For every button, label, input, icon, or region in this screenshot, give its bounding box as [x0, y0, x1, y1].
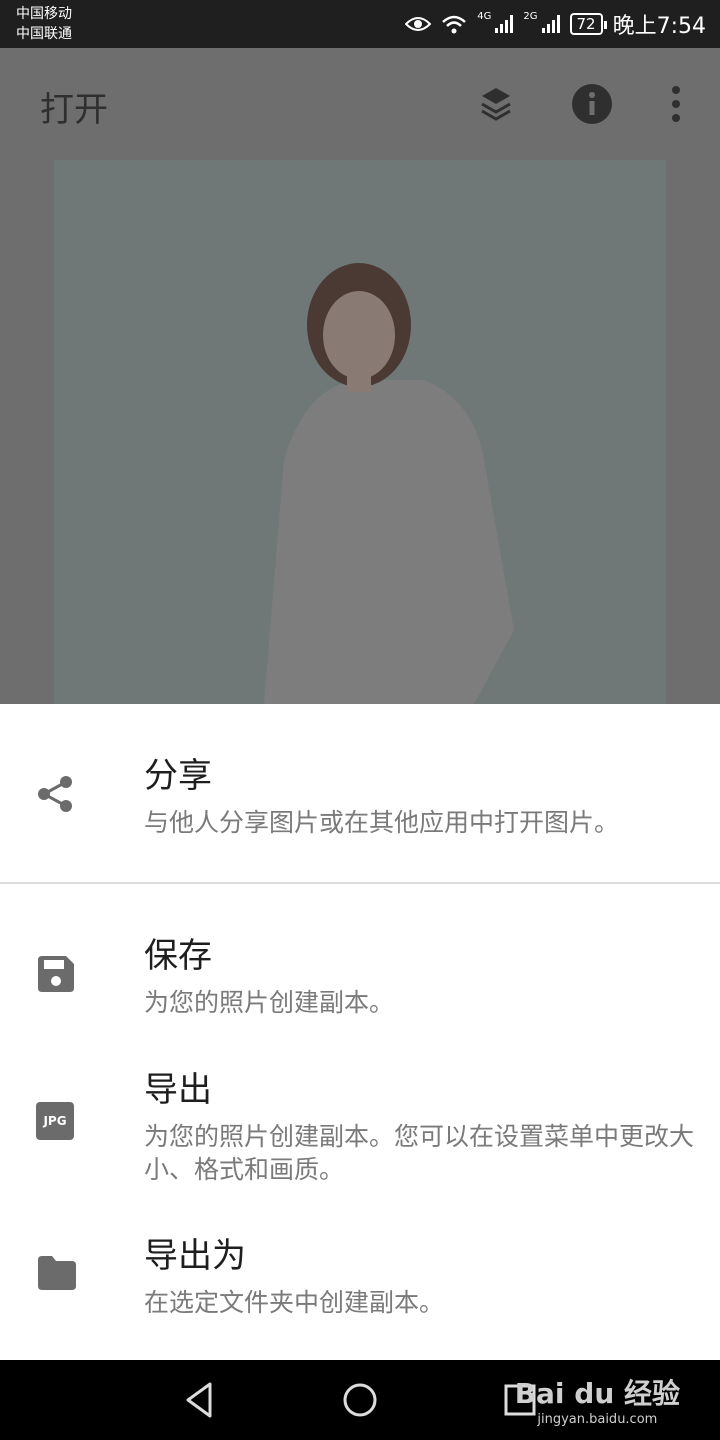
- export-as-subtitle: 在选定文件夹中创建副本。: [144, 1288, 445, 1317]
- signal-icon-1: [495, 15, 514, 33]
- layers-swap-icon[interactable]: [474, 82, 518, 126]
- eye-icon: [405, 17, 432, 31]
- share-title: 分享: [144, 756, 212, 796]
- info-icon[interactable]: [570, 82, 614, 126]
- export-subtitle: 为您的照片创建副本。您可以在设置菜单中更改大小、格式和画质。: [144, 1122, 695, 1184]
- folder-icon: [38, 1256, 76, 1290]
- export-as-title: 导出为: [144, 1236, 246, 1276]
- signal-icon-2: [541, 15, 560, 33]
- back-icon[interactable]: [180, 1380, 220, 1420]
- carrier-1: 中国移动: [16, 6, 72, 22]
- photo-preview: [54, 160, 666, 704]
- watermark: Bai du 经验 jingyan.baidu.com: [515, 1372, 680, 1427]
- home-icon[interactable]: [340, 1380, 380, 1420]
- share-icon: [38, 776, 72, 812]
- battery-icon: 72: [569, 13, 607, 35]
- bottom-sheet: 分享 与他人分享图片或在其他应用中打开图片。 保存 为您的照片创建副本。 JPG…: [0, 704, 720, 1360]
- network-type-2: 2G: [523, 10, 538, 22]
- carrier-info: 中国移动 中国联通: [16, 4, 72, 44]
- export-as-option[interactable]: 导出为 在选定文件夹中创建副本。: [0, 1214, 720, 1360]
- clock: 晚上7:54: [612, 14, 706, 39]
- share-subtitle: 与他人分享图片或在其他应用中打开图片。: [144, 808, 620, 837]
- watermark-logo: Bai du 经验: [514, 1377, 680, 1410]
- app-bar: 打开: [0, 48, 720, 160]
- more-vert-icon[interactable]: [660, 82, 692, 126]
- save-title: 保存: [144, 936, 212, 976]
- navigation-bar: Bai du 经验 jingyan.baidu.com: [0, 1360, 720, 1440]
- carrier-2: 中国联通: [16, 26, 72, 42]
- watermark-url: jingyan.baidu.com: [537, 1412, 658, 1427]
- export-title: 导出: [144, 1070, 212, 1110]
- status-icons: 4G 2G 72 晚上7:54: [405, 8, 706, 40]
- wifi-icon: [442, 15, 467, 34]
- page-title: 打开: [40, 90, 108, 130]
- save-subtitle: 为您的照片创建副本。: [144, 988, 395, 1017]
- save-icon: [38, 956, 74, 992]
- photo-figure: [54, 160, 666, 704]
- share-option[interactable]: 分享 与他人分享图片或在其他应用中打开图片。: [0, 704, 720, 882]
- jpg-icon: JPG: [36, 1102, 74, 1140]
- status-bar: 中国移动 中国联通 4G 2G 72 晚上7:54: [0, 0, 720, 48]
- export-option[interactable]: JPG 导出 为您的照片创建副本。您可以在设置菜单中更改大小、格式和画质。: [0, 1044, 720, 1214]
- save-option[interactable]: 保存 为您的照片创建副本。: [0, 884, 720, 1044]
- network-type-1: 4G: [477, 10, 492, 22]
